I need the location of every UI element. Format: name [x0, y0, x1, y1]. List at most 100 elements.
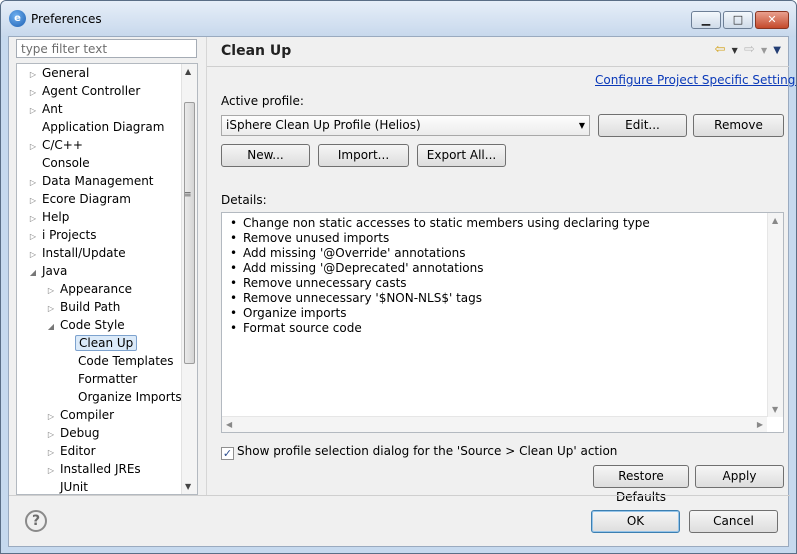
- details-list: Change non static accesses to static mem…: [230, 216, 650, 336]
- details-item: Format source code: [230, 321, 650, 336]
- tree-item-appearance[interactable]: ▷ Appearance: [45, 280, 135, 298]
- eclipse-icon: e: [9, 10, 26, 27]
- tree-item-label: C/C++: [42, 138, 83, 152]
- remove-profile-button[interactable]: Remove: [693, 114, 784, 137]
- preferences-window: e Preferences ▁ □ ✕ ▲ ≡ ▼ ▷General▷Agent…: [0, 0, 797, 554]
- apply-button[interactable]: Apply: [695, 465, 784, 488]
- active-profile-select[interactable]: iSphere Clean Up Profile (Helios) ▼: [221, 115, 590, 136]
- tree-item-label: Help: [42, 210, 70, 224]
- collapse-icon[interactable]: ◢: [45, 318, 57, 336]
- details-item: Change non static accesses to static mem…: [230, 216, 650, 231]
- tree-item-agent-controller[interactable]: ▷ Agent Controller: [27, 82, 143, 100]
- close-button[interactable]: ✕: [755, 11, 789, 29]
- show-profile-dialog-checkbox[interactable]: ✓: [221, 447, 234, 460]
- tree-item-label: Code Style: [60, 318, 125, 332]
- tree-item-debug[interactable]: ▷ Debug: [45, 424, 102, 442]
- grip-icon: ≡: [184, 190, 192, 200]
- tree-item-formatter[interactable]: Formatter: [63, 370, 140, 388]
- forward-arrow-icon[interactable]: ⇨: [744, 42, 755, 57]
- window-title: Preferences: [31, 12, 102, 26]
- chevron-down-icon: ▼: [578, 121, 585, 130]
- tree-item-label: Appearance: [60, 282, 133, 296]
- page-header: Clean Up ⇦ ▼ ⇨ ▼ ▼: [207, 37, 789, 65]
- cancel-button[interactable]: Cancel: [689, 510, 778, 533]
- page-navigation: ⇦ ▼ ⇨ ▼ ▼: [713, 42, 781, 57]
- tree-item-build-path[interactable]: ▷ Build Path: [45, 298, 123, 316]
- tree-item-label: Agent Controller: [42, 84, 141, 98]
- import-profile-button[interactable]: Import...: [318, 144, 409, 167]
- back-dropdown-icon[interactable]: ▼: [732, 46, 738, 55]
- tree-item-label: Installed JREs: [60, 462, 141, 476]
- footer-divider: [9, 495, 790, 496]
- tree-item-organize-imports[interactable]: Organize Imports: [63, 388, 185, 406]
- active-profile-value: iSphere Clean Up Profile (Helios): [226, 118, 421, 132]
- tree-item-installed-jres[interactable]: ▷ Installed JREs: [45, 460, 144, 478]
- new-profile-button[interactable]: New...: [221, 144, 310, 167]
- minimize-button[interactable]: ▁: [691, 11, 721, 29]
- details-horizontal-scrollbar[interactable]: ◀ ▶: [222, 416, 767, 432]
- tree-item-label: Clean Up: [75, 335, 138, 351]
- tree-item-application-diagram[interactable]: Application Diagram: [27, 118, 167, 136]
- tree-item-label: Build Path: [60, 300, 121, 314]
- tree-item-label: Formatter: [78, 372, 138, 386]
- tree-item-help[interactable]: ▷ Help: [27, 208, 72, 226]
- tree-scrollbar[interactable]: ▲ ≡ ▼: [181, 64, 197, 494]
- show-profile-dialog-option[interactable]: ✓ Show profile selection dialog for the '…: [221, 444, 617, 460]
- tree-item-junit[interactable]: JUnit: [45, 478, 91, 494]
- view-menu-icon[interactable]: ▼: [773, 45, 781, 56]
- maximize-button[interactable]: □: [723, 11, 753, 29]
- details-item: Organize imports: [230, 306, 650, 321]
- tree-item-code-style[interactable]: ◢ Code Style: [45, 316, 128, 334]
- tree-item-i-projects[interactable]: ▷ i Projects: [27, 226, 99, 244]
- tree-item-label: Ecore Diagram: [42, 192, 131, 206]
- forward-dropdown-icon[interactable]: ▼: [761, 46, 767, 55]
- tree-item-console[interactable]: Console: [27, 154, 93, 172]
- configure-project-settings-link[interactable]: Configure Project Specific Settings...: [595, 73, 796, 87]
- tree-item-label: Application Diagram: [42, 120, 165, 134]
- tree-item-label: Debug: [60, 426, 100, 440]
- scroll-down-icon[interactable]: ▼: [772, 405, 778, 414]
- ok-button[interactable]: OK: [591, 510, 680, 533]
- tree-item-ant[interactable]: ▷ Ant: [27, 100, 66, 118]
- tree-item-label: Organize Imports: [78, 390, 182, 404]
- tree-item-compiler[interactable]: ▷ Compiler: [45, 406, 117, 424]
- tree-item-data-management[interactable]: ▷ Data Management: [27, 172, 157, 190]
- help-icon[interactable]: ?: [25, 510, 47, 532]
- tree-item-label: JUnit: [60, 480, 88, 494]
- collapse-icon[interactable]: ◢: [27, 264, 39, 282]
- tree-item-ecore-diagram[interactable]: ▷ Ecore Diagram: [27, 190, 134, 208]
- scroll-down-icon[interactable]: ▼: [185, 482, 191, 491]
- tree-item-label: General: [42, 66, 90, 80]
- details-item: Add missing '@Deprecated' annotations: [230, 261, 650, 276]
- details-item: Add missing '@Override' annotations: [230, 246, 650, 261]
- tree-item-code-templates[interactable]: Code Templates: [63, 352, 177, 370]
- details-panel: Change non static accesses to static mem…: [221, 212, 784, 433]
- scroll-right-icon[interactable]: ▶: [757, 420, 763, 429]
- tree-item-label: Editor: [60, 444, 96, 458]
- scroll-thumb[interactable]: [184, 102, 195, 364]
- page-title: Clean Up: [221, 43, 292, 59]
- tree-item-c-c-[interactable]: ▷ C/C++: [27, 136, 86, 154]
- tree-item-label: Java: [42, 264, 68, 278]
- scroll-up-icon[interactable]: ▲: [772, 216, 778, 225]
- tree-item-clean-up[interactable]: Clean Up: [63, 334, 138, 352]
- scroll-up-icon[interactable]: ▲: [185, 67, 191, 76]
- edit-profile-button[interactable]: Edit...: [598, 114, 687, 137]
- dialog-client-area: ▲ ≡ ▼ ▷General▷Agent Controller▷Ant Appli…: [8, 36, 796, 547]
- scroll-left-icon[interactable]: ◀: [226, 420, 232, 429]
- details-vertical-scrollbar[interactable]: ▲ ▼: [767, 213, 783, 417]
- tree-item-java[interactable]: ◢ Java: [27, 262, 70, 280]
- filter-input[interactable]: [16, 39, 197, 58]
- title-bar: e Preferences ▁ □ ✕: [1, 1, 796, 37]
- tree-item-editor[interactable]: ▷ Editor: [45, 442, 99, 460]
- back-arrow-icon[interactable]: ⇦: [715, 42, 726, 57]
- tree-item-label: Install/Update: [42, 246, 126, 260]
- tree-item-general[interactable]: ▷ General: [27, 64, 92, 82]
- details-item: Remove unnecessary casts: [230, 276, 650, 291]
- tree-item-label: i Projects: [42, 228, 97, 242]
- header-divider: [207, 66, 789, 67]
- tree-item-install-update[interactable]: ▷ Install/Update: [27, 244, 129, 262]
- panel-splitter[interactable]: [206, 37, 207, 495]
- restore-defaults-button[interactable]: Restore Defaults: [593, 465, 689, 504]
- export-all-button[interactable]: Export All...: [417, 144, 506, 167]
